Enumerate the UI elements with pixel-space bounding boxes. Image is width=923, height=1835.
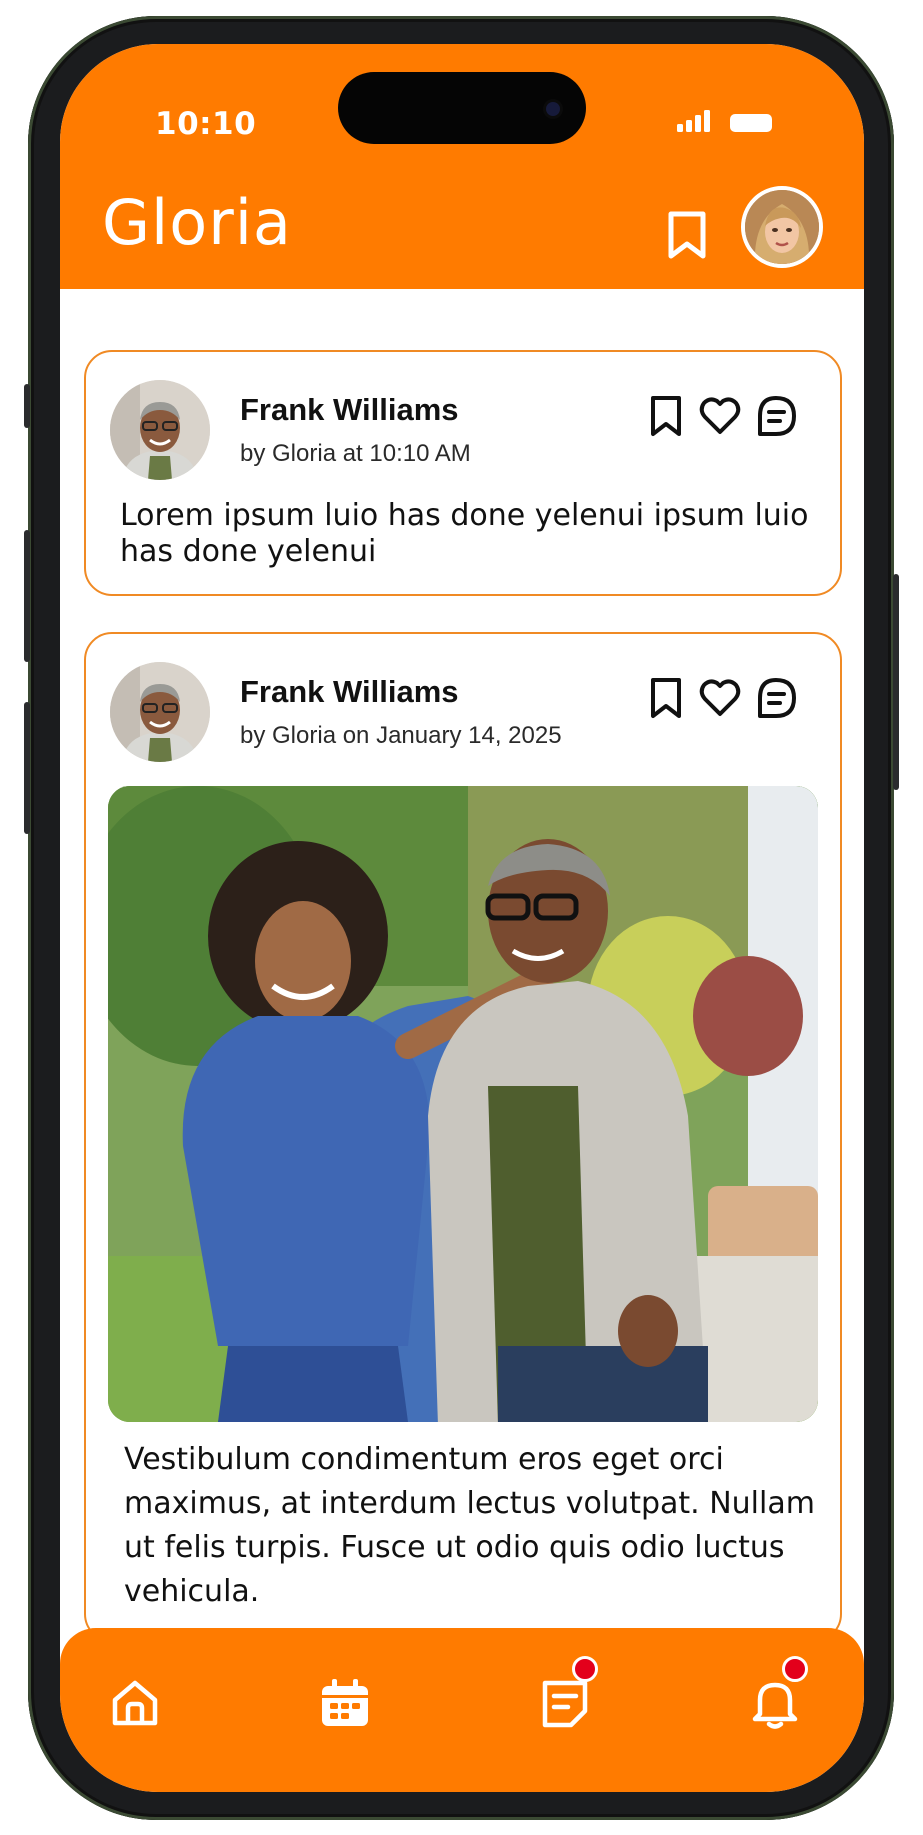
author-photo: [110, 380, 210, 480]
comment-icon[interactable]: [754, 394, 798, 438]
post-meta: by Gloria at 10:10 AM: [240, 440, 471, 467]
bell-icon[interactable]: [748, 1676, 802, 1730]
silent-button: [24, 702, 30, 834]
post-card[interactable]: Frank Williams by Gloria at 10:10 AM Lor…: [84, 350, 842, 596]
bookmark-icon[interactable]: [665, 209, 709, 261]
author-avatar[interactable]: [110, 662, 210, 762]
status-time: 10:10: [155, 106, 257, 142]
app-header: 10:10 Gloria: [60, 44, 864, 289]
heart-icon[interactable]: [698, 394, 742, 438]
comment-icon[interactable]: [754, 676, 798, 720]
volume-up-button: [24, 384, 30, 428]
bookmark-icon[interactable]: [644, 394, 688, 438]
profile-avatar[interactable]: [741, 186, 823, 268]
post-actions: [644, 676, 814, 720]
author-name[interactable]: Frank Williams: [240, 674, 459, 710]
profile-photo: [745, 190, 819, 264]
bottom-nav: [60, 1628, 864, 1792]
app-title: Gloria: [102, 186, 292, 259]
author-avatar[interactable]: [110, 380, 210, 480]
calendar-icon[interactable]: [318, 1676, 372, 1730]
notifications-badge: [782, 1656, 808, 1682]
bookmark-icon[interactable]: [644, 676, 688, 720]
heart-icon[interactable]: [698, 676, 742, 720]
post-text: Lorem ipsum luio has done yelenui ipsum …: [120, 498, 809, 569]
home-icon[interactable]: [108, 1676, 162, 1730]
phone-screen: 10:10 Gloria Frank Williams by Gloria at…: [60, 44, 864, 1792]
author-name[interactable]: Frank Williams: [240, 392, 459, 428]
dynamic-island: [338, 72, 586, 144]
battery-icon: [730, 114, 772, 132]
post-actions: [644, 394, 814, 438]
author-photo: [110, 662, 210, 762]
post-text: Vestibulum condimentum eros eget orci ma…: [124, 1442, 815, 1609]
volume-down-button: [24, 530, 30, 662]
post-photo[interactable]: [108, 786, 818, 1422]
power-button: [893, 574, 899, 790]
front-camera: [546, 102, 560, 116]
notes-badge: [572, 1656, 598, 1682]
post-image: [108, 786, 818, 1422]
post-meta: by Gloria on January 14, 2025: [240, 722, 562, 749]
signal-icon: [677, 110, 711, 132]
notes-icon[interactable]: [538, 1676, 592, 1730]
